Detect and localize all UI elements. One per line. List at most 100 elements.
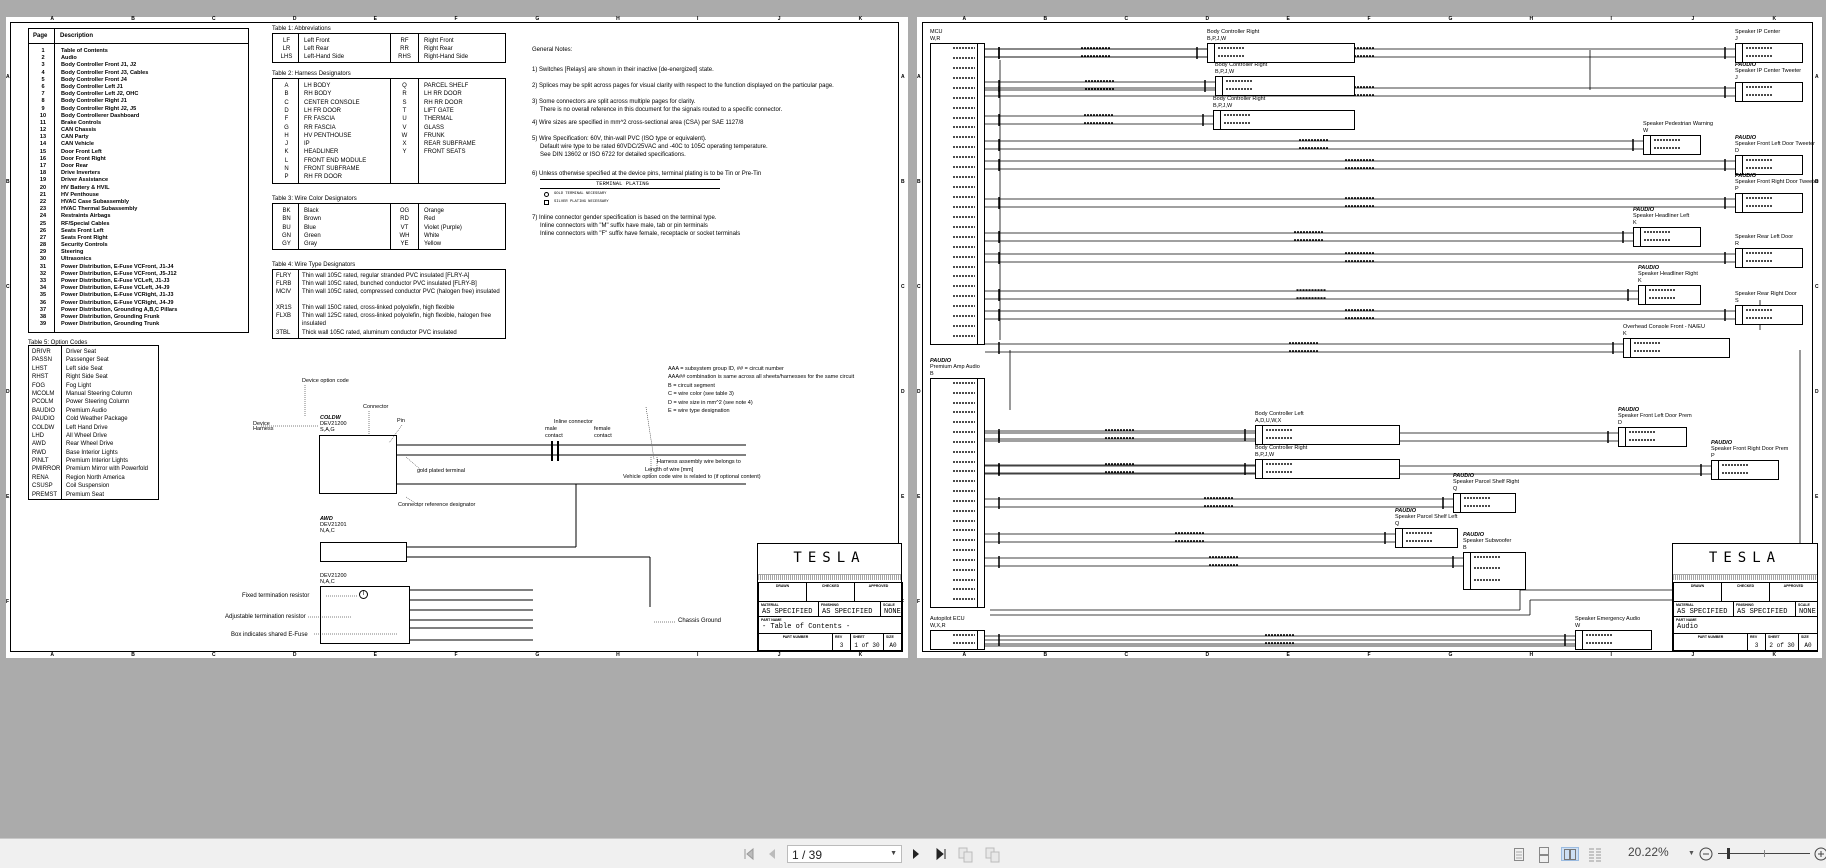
legal-notice	[758, 574, 901, 580]
component-harness-code: D	[1618, 419, 1622, 426]
continuous-view-icon[interactable]	[1538, 847, 1550, 863]
component-harness-code: P	[1735, 185, 1739, 192]
page-number-value: 1 / 39	[792, 848, 823, 862]
title-block-label: CHECKED	[1736, 584, 1755, 588]
last-page-button[interactable]	[934, 847, 948, 861]
component-name: Speaker IP Center Tweeter	[1735, 68, 1802, 74]
paste-page-icon[interactable]	[985, 847, 1001, 863]
pin-label	[1722, 472, 1748, 474]
label-shared-efuse: Box indicates shared E-Fuse	[231, 632, 308, 638]
component-box	[1623, 338, 1730, 358]
pin-label	[1634, 350, 1660, 352]
component-name: Speaker Subwoofer	[1463, 538, 1512, 544]
connector-divider	[1742, 83, 1743, 101]
title-block-value: 3	[1754, 642, 1759, 649]
pin-label	[953, 166, 975, 169]
component-box	[1735, 155, 1803, 175]
zoom-slider-thumb[interactable]	[1727, 848, 1730, 859]
pin-label	[1644, 239, 1670, 241]
pin-label	[953, 509, 975, 512]
pin-label	[953, 634, 975, 636]
connector-divider	[1625, 428, 1626, 446]
pin-label	[953, 136, 975, 139]
two-page-view-icon[interactable]	[1561, 847, 1579, 861]
component-box	[1213, 110, 1355, 130]
component-harness-code: W,R	[930, 35, 941, 42]
title-block-value: AS SPECIFIED	[1677, 608, 1728, 616]
pin-label	[953, 76, 975, 79]
label-inline-connector: Inline connector	[554, 419, 593, 425]
component-harness-code: B,P,J,W	[1207, 35, 1227, 42]
device2-harness: N,A,C	[320, 528, 335, 534]
previous-page-button[interactable]	[766, 847, 778, 861]
pin-label	[1746, 317, 1772, 319]
first-page-button[interactable]	[742, 847, 756, 861]
pin-label	[1586, 642, 1612, 644]
pin-label	[953, 146, 975, 149]
pin-label	[953, 56, 975, 59]
pin-label	[1746, 86, 1772, 88]
zoom-slider[interactable]	[1718, 848, 1810, 859]
component-name: Speaker Emergency Audio	[1575, 616, 1641, 622]
pin-label	[953, 578, 975, 581]
page-number-input[interactable]: 1 / 39 ▼	[787, 845, 902, 863]
pin-label	[953, 106, 975, 109]
pin-label	[953, 642, 975, 644]
connector-divider	[977, 631, 978, 649]
component-harness-code: K	[1638, 277, 1642, 284]
pin-label	[1474, 556, 1500, 558]
title-block-cell-scale: SCALE NONE	[880, 601, 903, 617]
pin-label	[953, 450, 975, 453]
connector-divider	[1742, 156, 1743, 174]
pin-label	[1464, 505, 1490, 507]
component-body-controller-right: Body Controller Right B,P,J,W	[1255, 445, 1307, 458]
next-page-button[interactable]	[910, 847, 922, 861]
label-pin: Pin	[397, 418, 405, 424]
pin-label	[1226, 80, 1252, 82]
component-name: Overhead Console Front - NA/EU	[1623, 324, 1705, 330]
component-name: Speaker Front Left Door Prem	[1618, 413, 1692, 419]
component-name: Speaker Parcel Shelf Right	[1453, 479, 1520, 485]
page-dropdown-icon[interactable]: ▼	[890, 850, 897, 857]
title-block-label: DRAWN	[775, 584, 790, 588]
component-name: Body Controller Right	[1215, 62, 1268, 68]
component-box	[1255, 459, 1400, 479]
pin-label	[1654, 147, 1680, 149]
pin-label	[953, 265, 975, 268]
title-block-cell-approved: APPROVED	[854, 582, 903, 602]
component-name: Speaker Front Right Door Tweeter	[1735, 179, 1819, 185]
component-box	[1463, 552, 1526, 590]
pin-label	[1654, 139, 1680, 141]
title-block-label: MATERIAL	[761, 603, 779, 607]
component-speaker-headliner-left: PAUDIO Speaker Headliner Left K	[1633, 207, 1689, 226]
pin-label	[953, 96, 975, 99]
zoom-out-button[interactable]	[1699, 847, 1713, 861]
label-fixed-termination: Fixed termination resistor	[242, 593, 310, 599]
copy-page-icon[interactable]	[958, 847, 974, 863]
device3-harness: N,A,C	[320, 579, 335, 585]
two-page-continuous-view-icon[interactable]	[1588, 847, 1602, 862]
connector-divider	[977, 379, 978, 607]
pin-label	[1226, 88, 1252, 90]
title-block-label: APPROVED	[1783, 584, 1804, 588]
zoom-dropdown-icon[interactable]: ▼	[1688, 847, 1695, 861]
title-block-label: FINISHING	[1736, 603, 1754, 607]
tesla-logo: TESLA	[793, 550, 866, 566]
zoom-in-button[interactable]	[1814, 847, 1826, 861]
title-block-value: AS SPECIFIED	[1737, 608, 1788, 616]
pin-label	[953, 305, 975, 308]
title-block-cell-size: SIZE A0	[883, 633, 903, 652]
title-block-cell-sheet: SHEET 1 of 30	[850, 633, 884, 652]
component-speaker-headliner-right: PAUDIO Speaker Headliner Right K	[1638, 265, 1698, 284]
label-harness-wire: Harness assembly wire belongs to	[657, 459, 741, 465]
component-speaker-front-left-door-prem: PAUDIO Speaker Front Left Door Prem D	[1618, 407, 1692, 426]
connector-divider	[1640, 228, 1641, 246]
wire-code-c: C = wire color (see table 3)	[668, 391, 734, 397]
zoom-level[interactable]: 20.22%	[1628, 846, 1669, 858]
pin-label	[1464, 497, 1490, 499]
title-block-label: REV	[1750, 635, 1758, 639]
connector-divider	[1742, 44, 1743, 62]
component-harness-code: R	[1735, 240, 1739, 247]
single-page-view-icon[interactable]	[1513, 847, 1525, 861]
component-mcu: MCU W,R	[930, 29, 943, 42]
